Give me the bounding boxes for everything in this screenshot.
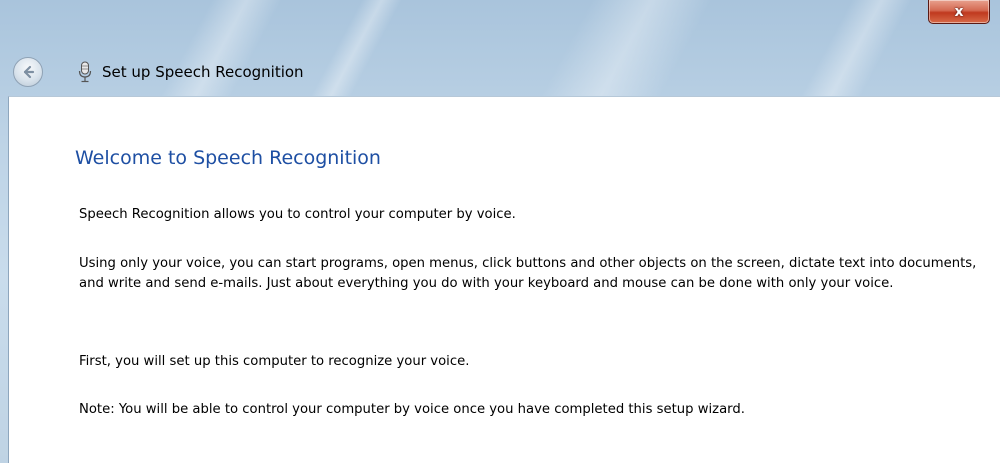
back-button[interactable] xyxy=(13,57,43,87)
back-arrow-icon xyxy=(23,65,35,79)
wizard-window: x Set up Speech Recognition Welcome to S… xyxy=(0,0,1000,463)
window-title: Set up Speech Recognition xyxy=(102,63,304,81)
close-icon: x xyxy=(954,3,964,20)
microphone-icon xyxy=(78,61,92,83)
navigation-bar: Set up Speech Recognition xyxy=(0,52,1000,96)
close-button[interactable]: x xyxy=(928,0,990,24)
page-heading: Welcome to Speech Recognition xyxy=(75,147,381,169)
intro-paragraph: Speech Recognition allows you to control… xyxy=(79,207,516,222)
note-paragraph: Note: You will be able to control your c… xyxy=(79,402,745,417)
wizard-content: Welcome to Speech Recognition Speech Rec… xyxy=(8,96,1000,463)
setup-paragraph: First, you will set up this computer to … xyxy=(79,354,470,369)
description-paragraph: Using only your voice, you can start pro… xyxy=(79,256,977,291)
